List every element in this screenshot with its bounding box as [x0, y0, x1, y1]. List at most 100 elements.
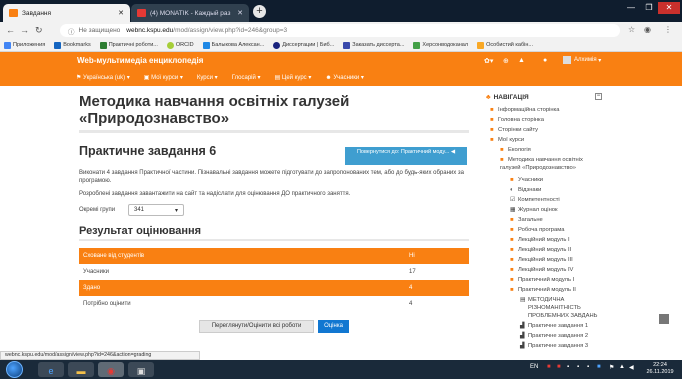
nav-item-methodical-cont2[interactable]: ПРОБЛЕМНИХ ЗАВДАНЬ — [528, 312, 597, 320]
network-icon[interactable]: ▲ — [619, 364, 625, 370]
close-tab-icon[interactable]: ✕ — [237, 9, 243, 17]
collapse-icon[interactable]: − — [595, 93, 602, 100]
scrollbar-thumb[interactable] — [659, 314, 669, 324]
bookmark-order[interactable]: Заказать диссерта... — [343, 41, 404, 49]
nav-item-course[interactable]: ■ Методика навчання освітніх — [500, 156, 583, 164]
taskbar-chrome[interactable]: ◉ — [98, 362, 124, 377]
nav-item-gradebook[interactable]: ▦ Журнал оцінок — [510, 206, 558, 214]
tray-icon[interactable]: ▪ — [587, 364, 589, 370]
globe-icon[interactable]: ⊕ — [503, 57, 509, 65]
nav-item-ecology[interactable]: ■ Екологія — [500, 146, 531, 154]
close-tab-icon[interactable]: ✕ — [118, 9, 124, 17]
nav-item-task-3[interactable]: ▟ Практичне завдання 3 — [520, 342, 588, 350]
nav-item-lecture-3[interactable]: ■ Лекційний модуль III — [510, 256, 573, 264]
notification-bell-icon[interactable]: ▲ — [518, 57, 525, 64]
nav-item-lecture-1[interactable]: ■ Лекційний модуль I — [510, 236, 570, 244]
close-window-button[interactable]: ✕ — [658, 2, 680, 14]
tray-icon[interactable]: ■ — [597, 364, 601, 370]
tab-monatik[interactable]: (4) MONATIK - Каждый раз ✕ — [131, 4, 249, 22]
tray-icon[interactable]: ▪ — [577, 364, 579, 370]
reload-icon[interactable]: ↻ — [35, 25, 43, 35]
nav-item-my-courses[interactable]: ■ Мої курси — [490, 136, 524, 144]
menu-icon[interactable]: ⋮ — [664, 25, 672, 34]
back-arrow-icon[interactable]: ← — [6, 25, 15, 35]
nav-item-label: Відзнаки — [518, 187, 542, 193]
site-icon — [343, 41, 351, 49]
taskbar-ie[interactable]: e — [38, 362, 64, 377]
nav-item-badges[interactable]: ◐ Відзнаки — [510, 186, 541, 194]
minimize-button[interactable]: — — [622, 2, 640, 14]
nav-courses[interactable]: Курси ▾ — [197, 74, 218, 81]
back-to-module-button[interactable]: Повернутися до: Практичний моду... ◀ — [345, 147, 467, 165]
nav-item-practical-2[interactable]: ■ Практичний модуль II — [510, 286, 576, 294]
nav-glossary[interactable]: Глосарій ▾ — [232, 74, 261, 81]
taskbar-app[interactable]: ▣ — [128, 362, 154, 377]
nav-participants[interactable]: ☻ Учасники ▾ — [325, 74, 364, 81]
nav-item-task-1[interactable]: ▟ Практичне завдання 1 — [520, 322, 588, 330]
maximize-button[interactable]: ❐ — [640, 2, 658, 14]
browser-tab-bar: Завдання ✕ (4) MONATIK - Каждый раз ✕ + … — [0, 0, 682, 22]
taskbar-explorer[interactable]: ▬ — [68, 362, 94, 377]
nav-label: Мої курси — [151, 75, 179, 81]
time: 22:24 — [653, 362, 667, 368]
nav-item-competencies[interactable]: ☑ Компетентності — [510, 196, 560, 204]
bookmark-balykova[interactable]: Балыкова Алексан... — [202, 41, 264, 49]
view-grade-all-button[interactable]: Переглянути/Оцінити всі роботи — [199, 320, 314, 333]
nav-item-program[interactable]: ■ Робоча програма — [510, 226, 564, 234]
nav-item-info-page[interactable]: ■ Інформаційна сторінка — [490, 106, 559, 114]
bookmark-vodokanal[interactable]: Херсонводоканал — [413, 41, 468, 49]
bookmark-dissertations[interactable]: Диссертации | Биб... — [273, 41, 334, 49]
antivirus-icon[interactable]: ■ — [547, 364, 551, 370]
folder-icon: ■ — [510, 257, 514, 263]
site-icon — [273, 41, 281, 49]
bookmark-bookmarks[interactable]: Bookmarks — [54, 41, 91, 49]
group-select[interactable]: 341 ▾ — [128, 204, 184, 216]
nav-item-participants[interactable]: ■ Учасники — [510, 176, 543, 184]
nav-item-lecture-2[interactable]: ■ Лекційний модуль II — [510, 246, 571, 254]
forward-arrow-icon[interactable]: → — [20, 25, 29, 35]
volume-icon[interactable]: ◀ — [629, 364, 634, 371]
nav-item-label: РІЗНОМАНІТНІСТЬ — [528, 305, 581, 311]
tray-icon[interactable]: ▪ — [567, 364, 569, 370]
nav-item-course-cont[interactable]: галузей «Природознавство» — [500, 164, 576, 172]
clock[interactable]: 22:24 26.11.2019 — [640, 362, 680, 376]
new-tab-button[interactable]: + — [253, 5, 266, 18]
tab-assignment[interactable]: Завдання ✕ — [3, 4, 130, 22]
nav-language[interactable]: ⚑ Українська (uk) ▾ — [76, 74, 130, 81]
language-indicator[interactable]: EN — [530, 364, 538, 370]
url-input[interactable]: ⓘ Не защищено webnc.kspu.edu /mod/assign… — [60, 24, 620, 37]
nav-my-courses[interactable]: ▣ Мої курси ▾ — [144, 74, 183, 81]
nav-item-label: Лекційний модуль I — [518, 237, 570, 243]
bookmark-orcid[interactable]: ORCID — [166, 41, 194, 49]
grade-button[interactable]: Оцінка — [318, 320, 349, 333]
nav-label: Цей курс — [281, 75, 307, 81]
nav-this-course[interactable]: ▤ Цей курс ▾ — [275, 74, 312, 81]
nav-item-label: Лекційний модуль IV — [518, 267, 574, 273]
bookmark-cabinet[interactable]: Особистий кабін... — [477, 41, 533, 49]
bookmark-practical[interactable]: Практичні роботи... — [99, 41, 158, 49]
nav-item-practical-1[interactable]: ■ Практичний модуль I — [510, 276, 574, 284]
messages-icon[interactable]: ● — [543, 57, 547, 64]
taskbar: e ▬ ◉ ▣ EN ■ ■ ▪ ▪ ▪ ■ ⚑ ▲ ◀ 22:24 26.11… — [0, 360, 682, 379]
nav-item-lecture-4[interactable]: ■ Лекційний модуль IV — [510, 266, 573, 274]
star-icon[interactable]: ☆ — [628, 25, 635, 34]
nav-item-home[interactable]: ■ Головна сторінка — [490, 116, 544, 124]
start-button[interactable] — [6, 361, 23, 378]
nav-item-task-2[interactable]: ▟ Практичне завдання 2 — [520, 332, 588, 340]
nav-item-site-pages[interactable]: ■ Сторінки сайту — [490, 126, 538, 134]
nav-item-label: Мої курси — [498, 137, 525, 143]
nav-item-methodical[interactable]: ▤ МЕТОДИЧНА — [520, 296, 564, 304]
settings-icon[interactable]: ✿▾ — [484, 57, 493, 65]
info-icon[interactable]: ⓘ — [68, 26, 75, 36]
tray-icon[interactable]: ■ — [557, 364, 561, 370]
bookmark-apps[interactable]: Приложения — [4, 41, 45, 49]
folder-icon: ■ — [510, 177, 514, 183]
nav-item-general[interactable]: ■ Загальне — [510, 216, 543, 224]
user-menu[interactable]: Алхимія ▾ — [563, 56, 601, 64]
extension-icon[interactable]: ◉ — [644, 25, 651, 34]
flag-icon[interactable]: ⚑ — [609, 364, 614, 371]
nav-item-methodical-cont[interactable]: РІЗНОМАНІТНІСТЬ — [528, 304, 581, 312]
site-title[interactable]: Web-мультимедіа енциклопедія — [77, 56, 203, 65]
divider — [79, 130, 469, 133]
chevron-down-icon: ▾ — [174, 207, 178, 214]
